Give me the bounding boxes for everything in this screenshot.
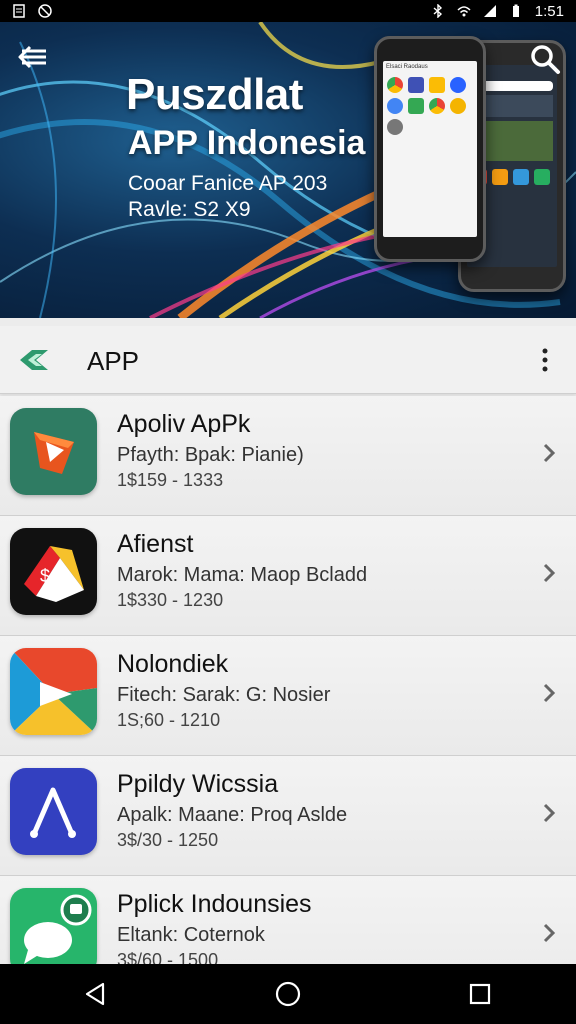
app-description: Apalk: Maane: Proq Aslde (117, 804, 348, 826)
list-item[interactable]: $ Afienst Marok: Mama: Maop Bcladd 1$330… (0, 516, 576, 636)
a-letter-icon (10, 768, 97, 855)
app-meta: 1$159 - 1333 (117, 470, 224, 490)
app-name: Apoliv ApPk (117, 410, 251, 438)
clipboard-icon (13, 4, 25, 18)
back-arrow-icon[interactable] (16, 42, 50, 72)
search-icon[interactable] (528, 42, 562, 76)
phone-front-screen: Elsaci Raodaus (383, 61, 477, 237)
phone-mockup-front: Elsaci Raodaus (374, 36, 486, 262)
status-time: 1:51 (534, 2, 564, 20)
phone-front-app-grid (383, 73, 477, 139)
battery-icon (512, 4, 519, 17)
app-name: Afienst (117, 530, 194, 558)
chevron-right-icon (543, 683, 556, 703)
chevron-right-icon (543, 443, 556, 463)
nav-recents-button[interactable] (460, 974, 500, 1014)
hero-subtitle: APP Indonesia (128, 124, 366, 162)
no-signal-icon (38, 4, 52, 18)
hero-title: Puszdlat (126, 70, 303, 119)
hero-banner: Puszdlat APP Indonesia Cooar Fanice AP 2… (0, 22, 576, 318)
cell-signal-icon (483, 5, 496, 17)
overflow-menu-icon[interactable] (540, 346, 550, 374)
wifi-icon (457, 6, 471, 17)
list-item[interactable]: Ppildy Wicssia Apalk: Maane: Proq Aslde … (0, 756, 576, 876)
nav-back-button[interactable] (76, 974, 116, 1014)
home-circle-icon (275, 981, 301, 1007)
chat-bubble-icon (10, 888, 97, 975)
status-bar: 1:51 (0, 0, 576, 22)
app-meta: 3$/30 - 1250 (117, 830, 219, 850)
system-nav-bar (0, 964, 576, 1024)
status-right: 1:51 (431, 3, 564, 20)
app-list: Apoliv ApPk Pfayth: Bpak: Pianie) 1$159 … (0, 396, 576, 996)
svg-text:$: $ (40, 566, 50, 586)
flag-icon: $ (10, 528, 97, 615)
back-triangle-icon (85, 982, 105, 1006)
chevron-right-icon (543, 563, 556, 583)
app-name: Ppildy Wicssia (117, 770, 279, 798)
hero-info-line-2: Ravle: S2 X9 (128, 198, 251, 221)
app-description: Marok: Mama: Maop Bcladd (117, 564, 368, 586)
play-store-icon (10, 648, 97, 735)
play-triangle-icon (10, 408, 97, 495)
status-left (12, 4, 52, 18)
list-item[interactable]: Nolondiek Fitech: Sarak: G: Nosier 1S;60… (0, 636, 576, 756)
chevron-right-icon (543, 923, 556, 943)
app-name: Nolondiek (117, 650, 229, 678)
app-name: Pplick Indounsies (117, 890, 312, 918)
hero-info-line-1: Cooar Fanice AP 203 (128, 172, 328, 195)
app-section-header: APP (0, 326, 576, 394)
app-description: Pfayth: Bpak: Pianie) (117, 444, 304, 466)
nav-home-button[interactable] (268, 974, 308, 1014)
app-meta: 1$330 - 1230 (117, 590, 224, 610)
app-logo-icon (20, 350, 48, 370)
bluetooth-icon (433, 4, 442, 18)
list-item[interactable]: Apoliv ApPk Pfayth: Bpak: Pianie) 1$159 … (0, 396, 576, 516)
recents-square-icon (469, 983, 491, 1005)
app-description: Fitech: Sarak: G: Nosier (117, 684, 331, 706)
app-meta: 1S;60 - 1210 (117, 710, 221, 730)
chevron-right-icon (543, 803, 556, 823)
app-section-title: APP (87, 346, 140, 376)
phone-front-label: Elsaci Raodaus (386, 64, 428, 70)
app-description: Eltank: Coternok (117, 924, 265, 946)
